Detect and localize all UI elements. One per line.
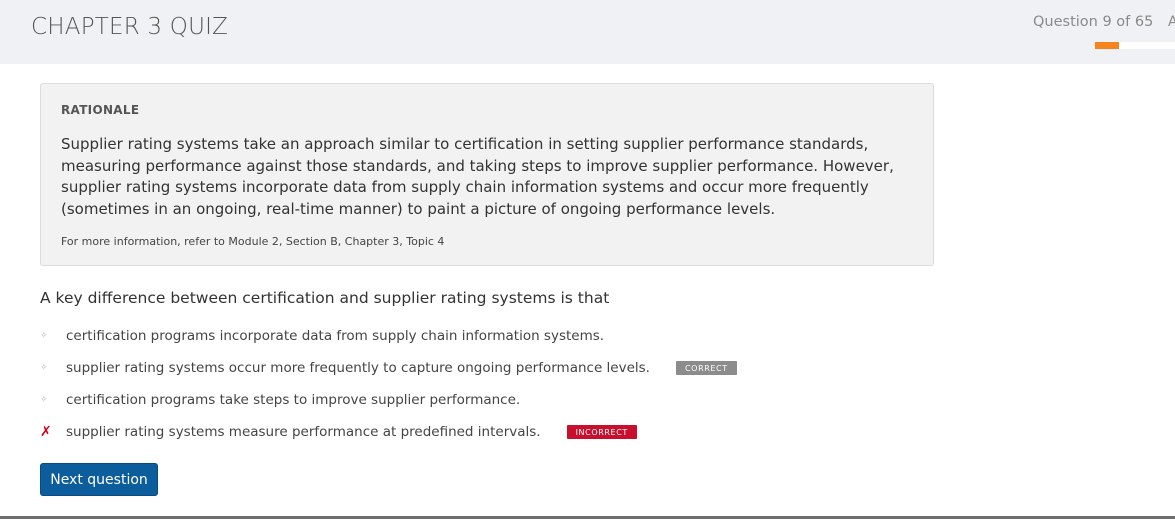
- answer-label: supplier rating systems measure performa…: [66, 424, 541, 440]
- quiz-header: CHAPTER 3 QUIZ Question 9 of 65 A: [0, 0, 1175, 64]
- question-progress-label: Question 9 of 65: [1033, 14, 1154, 30]
- progress-bar: [1095, 42, 1175, 49]
- quiz-title: CHAPTER 3 QUIZ: [31, 14, 229, 40]
- incorrect-x-icon: ✗: [40, 424, 52, 440]
- unselected-option-icon: ✧: [40, 395, 48, 405]
- answer-label: certification programs take steps to imp…: [66, 392, 521, 408]
- rationale-reference: For more information, refer to Module 2,…: [61, 235, 445, 248]
- progress-bar-fill: [1095, 42, 1119, 49]
- answer-option: ✗ supplier rating systems measure perfor…: [40, 422, 637, 442]
- next-question-button[interactable]: Next question: [40, 463, 158, 496]
- answer-option: ✧ certification programs incorporate dat…: [40, 326, 604, 346]
- unselected-option-icon: ✧: [40, 363, 48, 373]
- unselected-option-icon: ✧: [40, 331, 48, 341]
- rationale-heading: RATIONALE: [61, 103, 140, 117]
- answer-option: ✧ certification programs take steps to i…: [40, 390, 520, 410]
- answer-option: ✧ supplier rating systems occur more fre…: [40, 358, 737, 378]
- incorrect-badge: INCORRECT: [566, 425, 637, 439]
- correct-badge: CORRECT: [675, 361, 737, 375]
- question-prompt: A key difference between certification a…: [40, 289, 610, 307]
- rationale-body: Supplier rating systems take an approach…: [61, 135, 894, 218]
- answer-label: supplier rating systems occur more frequ…: [66, 360, 650, 376]
- rationale-panel: RATIONALE Supplier rating systems take a…: [40, 83, 934, 266]
- answer-label: certification programs incorporate data …: [66, 328, 605, 344]
- header-edge-glyph: A: [1168, 14, 1175, 30]
